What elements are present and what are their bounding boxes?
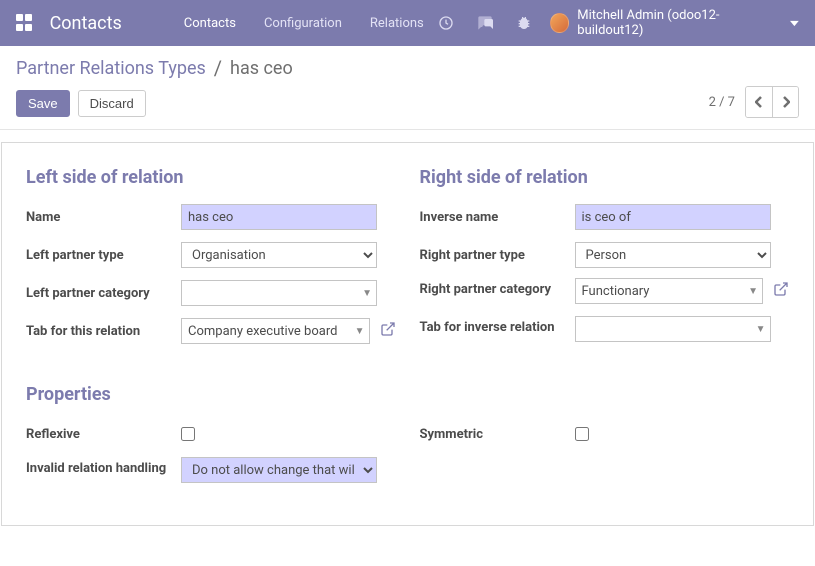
pager-text: 2 / 7 <box>709 95 735 110</box>
left-partner-type-label: Left partner type <box>26 248 181 263</box>
caret-down-icon: ▼ <box>355 326 365 337</box>
user-name: Mitchell Admin (odoo12-buildout12) <box>577 8 780 38</box>
nav-menu: Contacts Configuration Relations <box>170 16 438 31</box>
right-partner-type-label: Right partner type <box>420 248 575 263</box>
systray <box>438 15 532 31</box>
symmetric-checkbox[interactable] <box>575 427 589 441</box>
activities-icon[interactable] <box>438 15 454 31</box>
messages-icon[interactable] <box>476 15 494 31</box>
form-sheet: Left side of relation Name Left partner … <box>1 142 814 526</box>
pager-prev[interactable] <box>746 87 772 117</box>
caret-down-icon: ▼ <box>748 286 758 297</box>
left-side-group: Left side of relation Name Left partner … <box>26 167 396 354</box>
reflexive-checkbox[interactable] <box>181 427 195 441</box>
inverse-name-input[interactable] <box>575 204 771 230</box>
reflexive-label: Reflexive <box>26 427 181 442</box>
breadcrumb-current: has ceo <box>230 58 293 79</box>
caret-down-icon <box>790 19 799 28</box>
right-title: Right side of relation <box>420 167 790 188</box>
breadcrumb-parent[interactable]: Partner Relations Types <box>16 58 206 79</box>
caret-down-icon: ▼ <box>756 324 766 335</box>
control-panel: Partner Relations Types / has ceo Save D… <box>0 46 815 130</box>
debug-icon[interactable] <box>516 15 532 31</box>
nav-relations[interactable]: Relations <box>356 16 438 31</box>
nav-configuration[interactable]: Configuration <box>250 16 356 31</box>
right-tab-input[interactable]: ▼ <box>575 316 771 342</box>
caret-down-icon: ▼ <box>362 288 372 299</box>
inverse-name-label: Inverse name <box>420 210 575 225</box>
top-nav: Contacts Contacts Configuration Relation… <box>0 0 815 46</box>
right-partner-category-label: Right partner category <box>420 278 575 297</box>
right-partner-category-input[interactable]: Functionary ▼ <box>575 278 764 304</box>
avatar <box>550 13 570 33</box>
external-link-icon[interactable] <box>773 281 789 301</box>
left-tab-input[interactable]: Company executive board ▼ <box>181 318 370 344</box>
left-tab-label: Tab for this relation <box>26 324 181 339</box>
name-input[interactable] <box>181 204 377 230</box>
invalid-handling-select[interactable]: Do not allow change that will result in … <box>181 457 377 483</box>
chevron-right-icon <box>782 96 790 108</box>
apps-icon[interactable] <box>16 14 34 32</box>
left-partner-category-input[interactable]: ▼ <box>181 280 377 306</box>
action-buttons: Save Discard <box>16 90 799 117</box>
invalid-handling-label: Invalid relation handling <box>26 457 181 476</box>
right-partner-type-select[interactable]: Person <box>575 242 771 268</box>
right-side-group: Right side of relation Inverse name Righ… <box>420 167 790 354</box>
external-link-icon[interactable] <box>380 321 396 341</box>
symmetric-label: Symmetric <box>420 427 575 442</box>
breadcrumb-sep: / <box>214 56 222 80</box>
discard-button[interactable]: Discard <box>78 90 146 117</box>
chevron-left-icon <box>755 96 763 108</box>
left-title: Left side of relation <box>26 167 396 188</box>
nav-contacts[interactable]: Contacts <box>170 16 250 31</box>
properties-title: Properties <box>26 384 789 405</box>
left-partner-type-select[interactable]: Organisation <box>181 242 377 268</box>
app-brand: Contacts <box>50 13 122 34</box>
save-button[interactable]: Save <box>16 90 70 117</box>
pager: 2 / 7 <box>709 86 799 118</box>
right-tab-label: Tab for inverse relation <box>420 316 575 335</box>
pager-next[interactable] <box>772 87 798 117</box>
breadcrumb: Partner Relations Types / has ceo <box>16 56 799 80</box>
left-partner-category-label: Left partner category <box>26 286 181 301</box>
user-menu[interactable]: Mitchell Admin (odoo12-buildout12) <box>550 8 799 38</box>
name-label: Name <box>26 210 181 225</box>
